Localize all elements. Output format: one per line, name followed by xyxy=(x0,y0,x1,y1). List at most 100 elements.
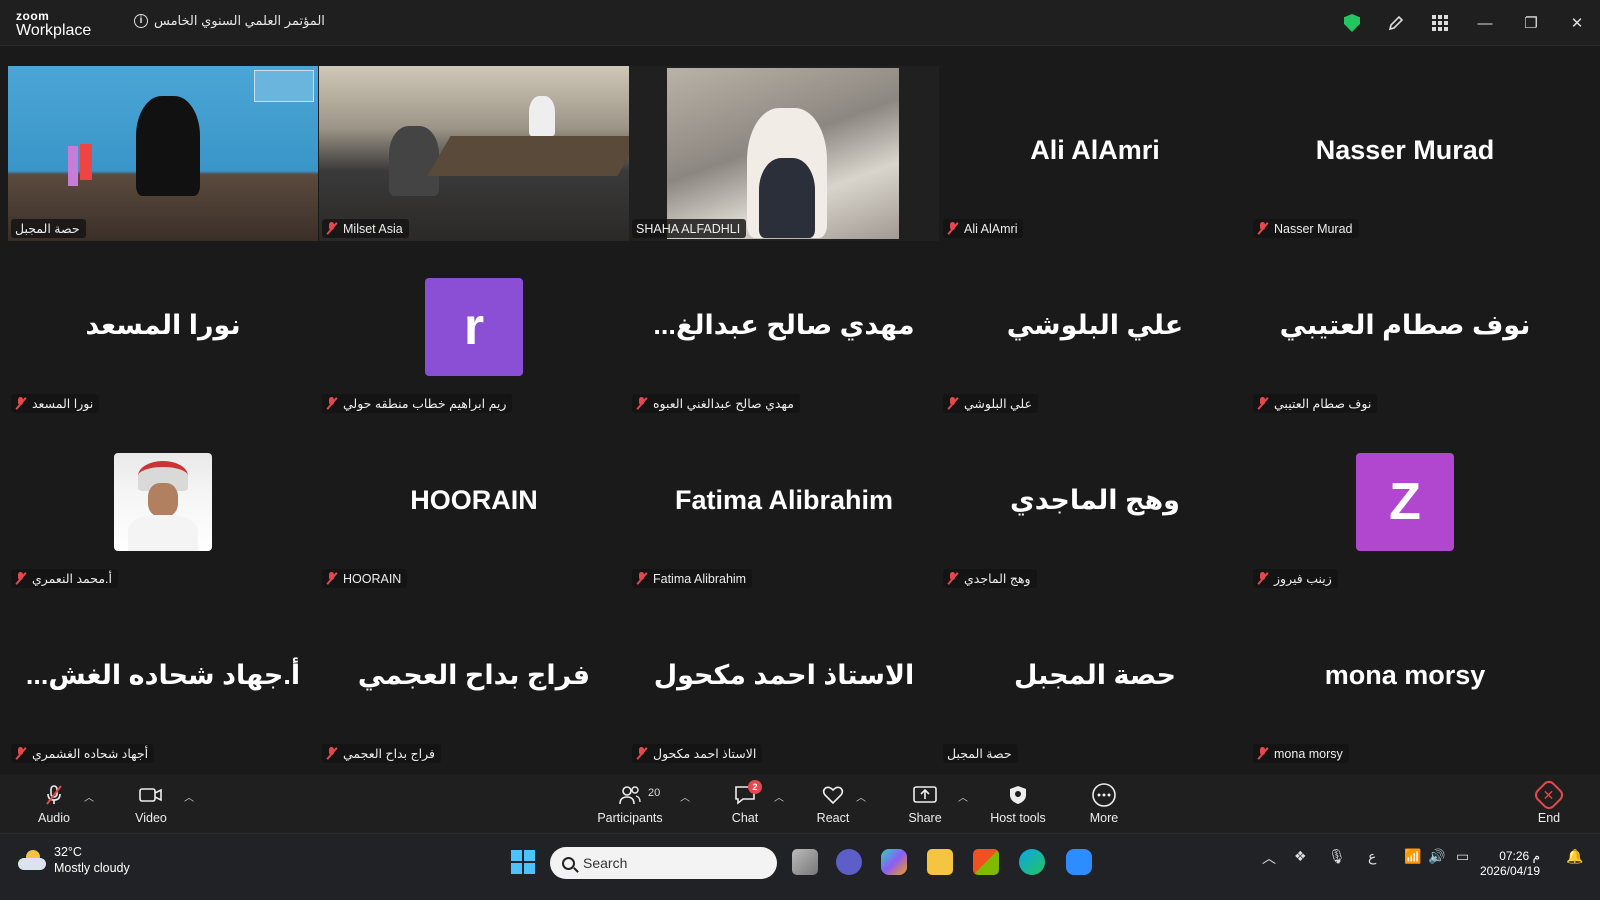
notification-bell-icon[interactable]: 🔔 xyxy=(1566,848,1583,865)
participant-tile[interactable]: حصة المجبل xyxy=(8,66,318,241)
video-options-caret[interactable]: ︿ xyxy=(184,789,194,804)
close-button[interactable]: ✕ xyxy=(1554,0,1600,46)
participant-name-tag: أجهاد شحاده الغشمري xyxy=(11,744,155,763)
tray-overflow-icon[interactable]: ︿ xyxy=(1262,848,1276,868)
participant-tile[interactable]: نوف صطام العتيبي نوف صطام العتيبي xyxy=(1250,241,1560,416)
participant-display-name: Nasser Murad xyxy=(1315,134,1495,165)
store-icon[interactable] xyxy=(973,849,999,875)
share-screen-icon xyxy=(912,783,938,807)
heart-icon xyxy=(820,783,846,807)
weather-widget[interactable]: 32°C Mostly cloudy xyxy=(18,844,130,876)
search-icon xyxy=(562,856,575,870)
participant-tile[interactable]: Milset Asia xyxy=(319,66,629,241)
participant-tile[interactable]: علي البلوشي علي البلوشي xyxy=(940,241,1250,416)
participant-photo-avatar xyxy=(114,453,212,551)
participant-tile[interactable]: Fatima Alibrahim Fatima Alibrahim xyxy=(629,416,939,591)
participant-name-label: زينب فيروز xyxy=(1274,572,1332,586)
teams-icon[interactable] xyxy=(836,849,862,875)
participant-tile[interactable]: SHAHA ALFADHLI xyxy=(629,66,939,241)
edge-icon[interactable] xyxy=(1019,849,1045,875)
participant-name-label: مهدي صالح عبدالغني العبوه xyxy=(653,397,794,411)
audio-button[interactable]: Audio xyxy=(32,775,76,833)
participant-tile[interactable]: نورا المسعد نورا المسعد xyxy=(8,241,318,416)
participant-tile[interactable]: Nasser Murad Nasser Murad xyxy=(1250,66,1560,241)
more-button[interactable]: More xyxy=(1082,775,1126,833)
mic-muted-icon xyxy=(15,747,27,760)
restore-button[interactable]: ❐ xyxy=(1508,0,1554,46)
mic-muted-icon xyxy=(947,397,959,410)
meeting-title: المؤتمر العلمي السنوي الخامس xyxy=(154,13,325,28)
meeting-toolbar: Audio ︿ Video ︿ Participants 20 ︿ 2 Chat… xyxy=(0,775,1600,833)
participant-display-name: نوف صطام العتيبي xyxy=(1279,309,1531,340)
mic-muted-icon xyxy=(326,747,338,760)
react-button[interactable]: React xyxy=(810,775,856,833)
participant-name-tag: ريم ابراهيم خطاب منطقه حولي xyxy=(322,394,513,413)
meeting-info[interactable]: i المؤتمر العلمي السنوي الخامس xyxy=(134,13,325,29)
gallery-view: حصة المجبل Milset Asia SHAHA ALFADHLI Ali A… xyxy=(8,66,1563,766)
participant-tile[interactable]: Ali AlAmri Ali AlAmri xyxy=(940,66,1250,241)
participant-tile[interactable]: Z زينب فيروز xyxy=(1250,416,1560,591)
input-language[interactable]: ع xyxy=(1368,848,1376,865)
windows-start-icon[interactable] xyxy=(510,849,536,875)
participant-display-name: فراج بداح العجمي xyxy=(357,659,591,690)
microphone-tray-icon[interactable]: 🎙 xyxy=(1328,848,1346,865)
participant-name-label: نوف صطام العتيبي xyxy=(1274,397,1372,411)
participant-tile[interactable]: mona morsy mona morsy xyxy=(1250,591,1560,766)
participant-name-label: أجهاد شحاده الغشمري xyxy=(32,747,149,761)
participant-name-tag: أ.محمد النعمري xyxy=(11,569,118,588)
host-tools-button[interactable]: Host tools xyxy=(986,775,1050,833)
participant-tile[interactable]: ...أ.جهاد شحاده الغش أجهاد شحاده الغشمري xyxy=(8,591,318,766)
chat-options-caret[interactable]: ︿ xyxy=(774,789,784,804)
taskbar-search[interactable]: Search xyxy=(550,847,777,879)
video-button[interactable]: Video xyxy=(128,775,174,833)
copilot-icon[interactable] xyxy=(881,849,907,875)
task-view-icon[interactable] xyxy=(792,849,818,875)
participants-icon xyxy=(617,783,643,807)
participant-name-label: Ali AlAmri xyxy=(964,221,1018,236)
participant-name-tag: علي البلوشي xyxy=(943,394,1039,413)
camera-icon xyxy=(138,783,164,807)
dropbox-icon[interactable]: ❖ xyxy=(1294,848,1307,865)
audio-options-caret[interactable]: ︿ xyxy=(84,789,94,804)
chat-unread-badge: 2 xyxy=(748,780,762,794)
participant-name-tag: Nasser Murad xyxy=(1253,219,1359,238)
participant-display-name: ...مهدي صالح عبدالغ xyxy=(653,309,915,340)
system-clock[interactable]: 07:26 م 2026/04/19 xyxy=(1480,849,1540,879)
participant-display-name: نورا المسعد xyxy=(85,309,241,340)
participant-tile[interactable]: HOORAIN HOORAIN xyxy=(319,416,629,591)
participant-avatar: r xyxy=(425,278,523,376)
participant-tile[interactable]: فراج بداح العجمي فراج بداح العجمي xyxy=(319,591,629,766)
end-meeting-button[interactable]: ✕ End xyxy=(1526,775,1572,833)
file-explorer-icon[interactable] xyxy=(927,849,953,875)
participant-display-name: mona morsy xyxy=(1324,659,1486,690)
participant-tile[interactable]: الاستاذ احمد مكحول الاستاذ احمد مكحول xyxy=(629,591,939,766)
participants-options-caret[interactable]: ︿ xyxy=(680,789,690,804)
zoom-taskbar-icon[interactable] xyxy=(1066,849,1092,875)
share-button[interactable]: Share xyxy=(902,775,948,833)
participant-name-tag: مهدي صالح عبدالغني العبوه xyxy=(632,394,800,413)
react-options-caret[interactable]: ︿ xyxy=(856,789,866,804)
volume-icon[interactable]: 🔊 xyxy=(1428,848,1445,865)
wifi-icon[interactable]: 📶 xyxy=(1404,848,1421,865)
battery-icon[interactable]: ▭ xyxy=(1456,848,1469,865)
participant-tile[interactable]: ...مهدي صالح عبدالغ مهدي صالح عبدالغني ال… xyxy=(629,241,939,416)
mic-muted-icon xyxy=(636,572,648,585)
annotate-pen-icon[interactable] xyxy=(1374,0,1418,46)
participant-name-tag: وهج الماجدي xyxy=(943,569,1037,588)
chat-button[interactable]: 2 Chat xyxy=(722,775,768,833)
participant-video xyxy=(8,66,318,241)
security-shield-icon[interactable] xyxy=(1330,0,1374,46)
participant-display-name: HOORAIN xyxy=(410,484,538,515)
participant-tile[interactable]: وهج الماجدي وهج الماجدي xyxy=(940,416,1250,591)
apps-grid-icon[interactable] xyxy=(1418,0,1462,46)
participants-button[interactable]: Participants xyxy=(590,775,670,833)
minimize-button[interactable]: — xyxy=(1462,0,1508,46)
participant-name-label: mona morsy xyxy=(1274,746,1343,761)
share-options-caret[interactable]: ︿ xyxy=(958,789,968,804)
participant-tile[interactable]: حصة المجبل حصة المجبل xyxy=(940,591,1250,766)
participant-tile[interactable]: r ريم ابراهيم خطاب منطقه حولي xyxy=(319,241,629,416)
participant-tile[interactable]: أ.محمد النعمري xyxy=(8,416,318,591)
mic-muted-icon xyxy=(41,783,67,807)
info-icon[interactable]: i xyxy=(134,14,148,28)
participant-name-tag: mona morsy xyxy=(1253,744,1349,763)
